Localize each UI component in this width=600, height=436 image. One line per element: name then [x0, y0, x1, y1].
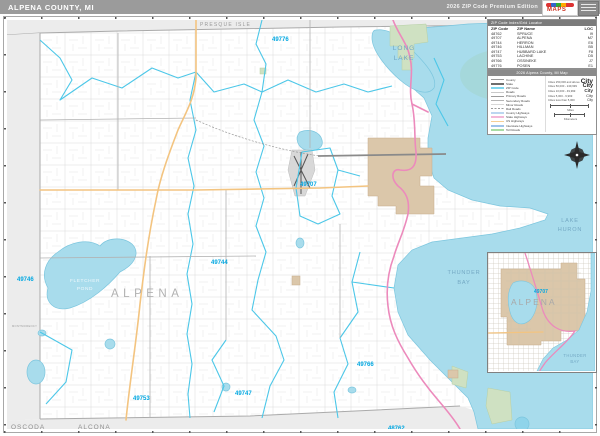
page-title: ALPENA COUNTY, MI	[8, 3, 95, 12]
legend-line-items: County State ZIP Code Roads Primary Road…	[488, 76, 545, 132]
brand-logo: MAPS	[542, 0, 578, 16]
zip-label-49747: 49747	[235, 391, 252, 397]
legend-city-items: Cities 250,000 and above City Cities 50,0…	[545, 76, 596, 132]
thunder-bay-label: THUNDER	[448, 270, 481, 276]
logo-word: MAPS	[547, 7, 567, 13]
neighbor-label-montmorency: MONTMORENCY	[12, 324, 37, 328]
neighbor-label-presque-isle: PRESQUE ISLE	[200, 22, 251, 28]
svg-text:BAY: BAY	[570, 359, 579, 364]
inset-city-label: ALPENA	[511, 297, 557, 307]
svg-text:LAKE: LAKE	[394, 55, 415, 62]
map-page: ALPENA COUNTY, MI 2026 ZIP Code Premium …	[0, 0, 600, 436]
svg-text:BAY: BAY	[457, 280, 470, 286]
header-bar: ALPENA COUNTY, MI 2026 ZIP Code Premium …	[0, 0, 600, 16]
zip-index-table: ZIP Code Index/Grid Locator ZIP Code ZIP…	[487, 19, 597, 69]
svg-text:POND: POND	[77, 286, 93, 292]
inset-bay-label: THUNDER	[563, 353, 586, 358]
scale-bar-miles: Miles	[548, 103, 593, 112]
zip-label-49744: 49744	[211, 260, 228, 266]
zip-label-49766: 49766	[357, 362, 374, 368]
scale-bar-kilometers: Kilometers	[548, 112, 593, 121]
zip-label-49776: 49776	[272, 37, 289, 43]
county-name-label: ALPENA	[111, 288, 183, 300]
zip-label-49707: 49707	[300, 182, 317, 188]
publisher-info-box	[578, 1, 599, 16]
inset-zip-label: 49707	[534, 289, 548, 295]
alpena-city-area	[367, 137, 435, 215]
grid-ticks-left	[3, 17, 6, 432]
lake-huron-label: LAKE	[561, 218, 579, 224]
fletcher-pond-label: FLETCHER	[70, 278, 100, 284]
zip-label-48762: 48762	[388, 426, 405, 429]
table-row: 49776 POSEN E1	[491, 63, 593, 68]
long-lake-label: LONG	[393, 45, 415, 52]
zip-label-49746: 49746	[17, 277, 34, 283]
grid-ticks-bottom	[4, 430, 596, 433]
neighbor-label-alcona: ALCONA	[78, 424, 111, 429]
neighbor-label-oscoda: OSCODA	[11, 424, 45, 429]
svg-text:HURON: HURON	[558, 227, 583, 233]
alpena-city-inset[interactable]: 49707 ALPENA THUNDER BAY	[487, 252, 597, 373]
zip-label-49753: 49753	[133, 396, 150, 402]
edition-label: 2026 ZIP Code Premium Edition	[446, 4, 538, 10]
map-legend: 2026 Alpena County, MI Map County State …	[487, 69, 597, 135]
